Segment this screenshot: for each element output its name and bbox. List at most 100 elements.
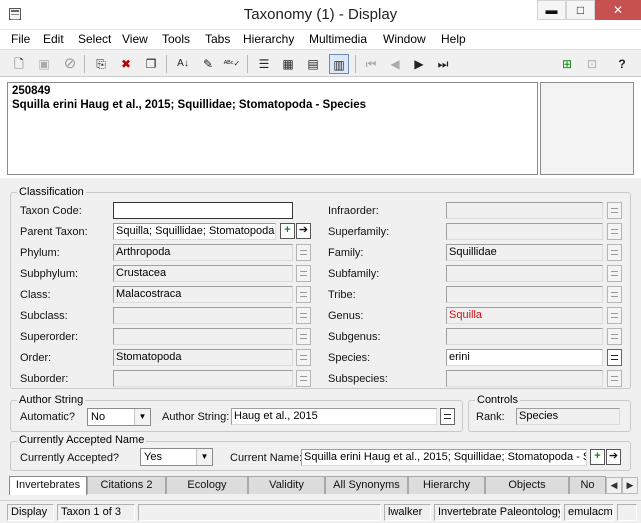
sort-icon[interactable]: A↓: [173, 54, 193, 74]
species-field[interactable]: erini: [446, 349, 603, 366]
suborder-lookup-icon[interactable]: [296, 370, 311, 387]
subspecies-field[interactable]: [446, 370, 603, 387]
list-view-icon[interactable]: ☰: [254, 54, 274, 74]
family-field[interactable]: Squillidae: [446, 244, 603, 261]
parent-taxon-field[interactable]: Squilla; Squillidae; Stomatopoda -: [113, 223, 276, 240]
genus-lookup-icon[interactable]: [607, 307, 622, 324]
first-record-icon[interactable]: ⏮: [361, 54, 381, 74]
species-lookup-icon[interactable]: [607, 349, 622, 366]
menu-tabs[interactable]: Tabs: [205, 30, 230, 49]
subgenus-lookup-icon[interactable]: [607, 328, 622, 345]
minimize-button[interactable]: ▬: [537, 0, 566, 20]
class-field[interactable]: Malacostraca: [113, 286, 293, 303]
cancel-icon[interactable]: ⊘: [60, 54, 80, 74]
open-icon[interactable]: ⎘: [91, 54, 111, 74]
subphylum-field[interactable]: Crustacea: [113, 265, 293, 282]
new-record-icon[interactable]: 🗋: [9, 54, 29, 74]
author-string-label: Author String:: [162, 411, 230, 423]
subfamily-field[interactable]: [446, 265, 603, 282]
previous-record-icon[interactable]: ◀: [385, 54, 405, 74]
infraorder-label: Infraorder:: [328, 205, 379, 217]
tab-citations[interactable]: Citations 2: [87, 476, 166, 494]
close-button[interactable]: ✕: [595, 0, 641, 20]
family-label: Family:: [328, 247, 364, 259]
class-lookup-icon[interactable]: [296, 286, 311, 303]
infraorder-lookup-icon[interactable]: [607, 202, 622, 219]
automatic-label: Automatic?: [20, 411, 76, 423]
infraorder-field[interactable]: [446, 202, 603, 219]
menu-help[interactable]: Help: [441, 30, 466, 49]
currently-accepted-select[interactable]: Yes ▼: [140, 448, 213, 466]
help-icon[interactable]: ?: [612, 54, 632, 74]
menu-file[interactable]: File: [11, 30, 30, 49]
current-name-field[interactable]: Squilla erini Haug et al., 2015; Squilli…: [301, 449, 587, 466]
menu-view[interactable]: View: [122, 30, 148, 49]
tab-notes[interactable]: No: [569, 476, 606, 494]
save-icon[interactable]: ▣: [34, 54, 54, 74]
author-string-lookup-icon[interactable]: [440, 408, 455, 425]
attach-current-name-icon[interactable]: +: [590, 449, 605, 465]
page-view-icon[interactable]: ▤: [303, 54, 323, 74]
rank-field[interactable]: Species: [516, 408, 620, 425]
subclass-lookup-icon[interactable]: [296, 307, 311, 324]
taxon-code-field[interactable]: [113, 202, 293, 219]
subclass-field[interactable]: [113, 307, 293, 324]
detach-icon[interactable]: ⊡: [582, 54, 602, 74]
tab-objects[interactable]: Objects: [485, 476, 569, 494]
status-database: emulacm: [564, 504, 614, 521]
automatic-value: No: [91, 411, 106, 423]
subgenus-field[interactable]: [446, 328, 603, 345]
maximize-button[interactable]: □: [566, 0, 595, 20]
record-summary[interactable]: 250849 Squilla erini Haug et al., 2015; …: [7, 82, 538, 175]
record-view-icon[interactable]: ▥: [329, 54, 349, 74]
menu-window[interactable]: Window: [383, 30, 426, 49]
grid-view-icon[interactable]: ▦: [278, 54, 298, 74]
tab-strip: Invertebrates Citations 2 Ecology Validi…: [0, 476, 641, 495]
edit-icon[interactable]: ✎: [198, 54, 218, 74]
next-record-icon[interactable]: ▶: [409, 54, 429, 74]
order-lookup-icon[interactable]: [296, 349, 311, 366]
tribe-field[interactable]: [446, 286, 603, 303]
tribe-lookup-icon[interactable]: [607, 286, 622, 303]
subspecies-lookup-icon[interactable]: [607, 370, 622, 387]
menu-select[interactable]: Select: [78, 30, 111, 49]
last-record-icon[interactable]: ⏭: [433, 54, 453, 74]
menu-edit[interactable]: Edit: [43, 30, 64, 49]
tab-all-synonyms[interactable]: All Synonyms: [325, 476, 408, 494]
tab-validity[interactable]: Validity: [248, 476, 325, 494]
phylum-lookup-icon[interactable]: [296, 244, 311, 261]
tab-hierarchy[interactable]: Hierarchy: [408, 476, 485, 494]
chevron-down-icon[interactable]: ▼: [196, 449, 212, 465]
author-string-field[interactable]: Haug et al., 2015: [231, 408, 437, 425]
tab-invertebrates[interactable]: Invertebrates: [9, 476, 87, 495]
automatic-select[interactable]: No ▼: [87, 408, 151, 426]
go-to-current-name-icon[interactable]: ➔: [606, 449, 621, 465]
order-field[interactable]: Stomatopoda: [113, 349, 293, 366]
go-to-parent-icon[interactable]: ➔: [296, 223, 311, 239]
tab-scroll-right-icon[interactable]: ▶: [622, 477, 638, 494]
copy-record-icon[interactable]: ❐: [141, 54, 161, 74]
suborder-field[interactable]: [113, 370, 293, 387]
spellcheck-icon[interactable]: ᴬᴮᶜ✓: [222, 54, 242, 74]
tab-scroll-left-icon[interactable]: ◀: [606, 477, 622, 494]
phylum-field[interactable]: Arthropoda: [113, 244, 293, 261]
superfamily-field[interactable]: [446, 223, 603, 240]
superfamily-lookup-icon[interactable]: [607, 223, 622, 240]
superorder-lookup-icon[interactable]: [296, 328, 311, 345]
subfamily-lookup-icon[interactable]: [607, 265, 622, 282]
menu-hierarchy[interactable]: Hierarchy: [243, 30, 294, 49]
attach-icon[interactable]: ⊞: [557, 54, 577, 74]
genus-field[interactable]: Squilla: [446, 307, 603, 324]
menu-tools[interactable]: Tools: [162, 30, 190, 49]
tab-ecology[interactable]: Ecology: [166, 476, 248, 494]
status-indicator: [617, 504, 637, 521]
chevron-down-icon[interactable]: ▼: [134, 409, 150, 425]
genus-label: Genus:: [328, 310, 364, 322]
family-lookup-icon[interactable]: [607, 244, 622, 261]
menu-multimedia[interactable]: Multimedia: [309, 30, 367, 49]
subphylum-lookup-icon[interactable]: [296, 265, 311, 282]
delete-icon[interactable]: ✖: [116, 54, 136, 74]
controls-title: Controls: [475, 394, 520, 406]
attach-parent-icon[interactable]: +: [280, 223, 295, 239]
superorder-field[interactable]: [113, 328, 293, 345]
